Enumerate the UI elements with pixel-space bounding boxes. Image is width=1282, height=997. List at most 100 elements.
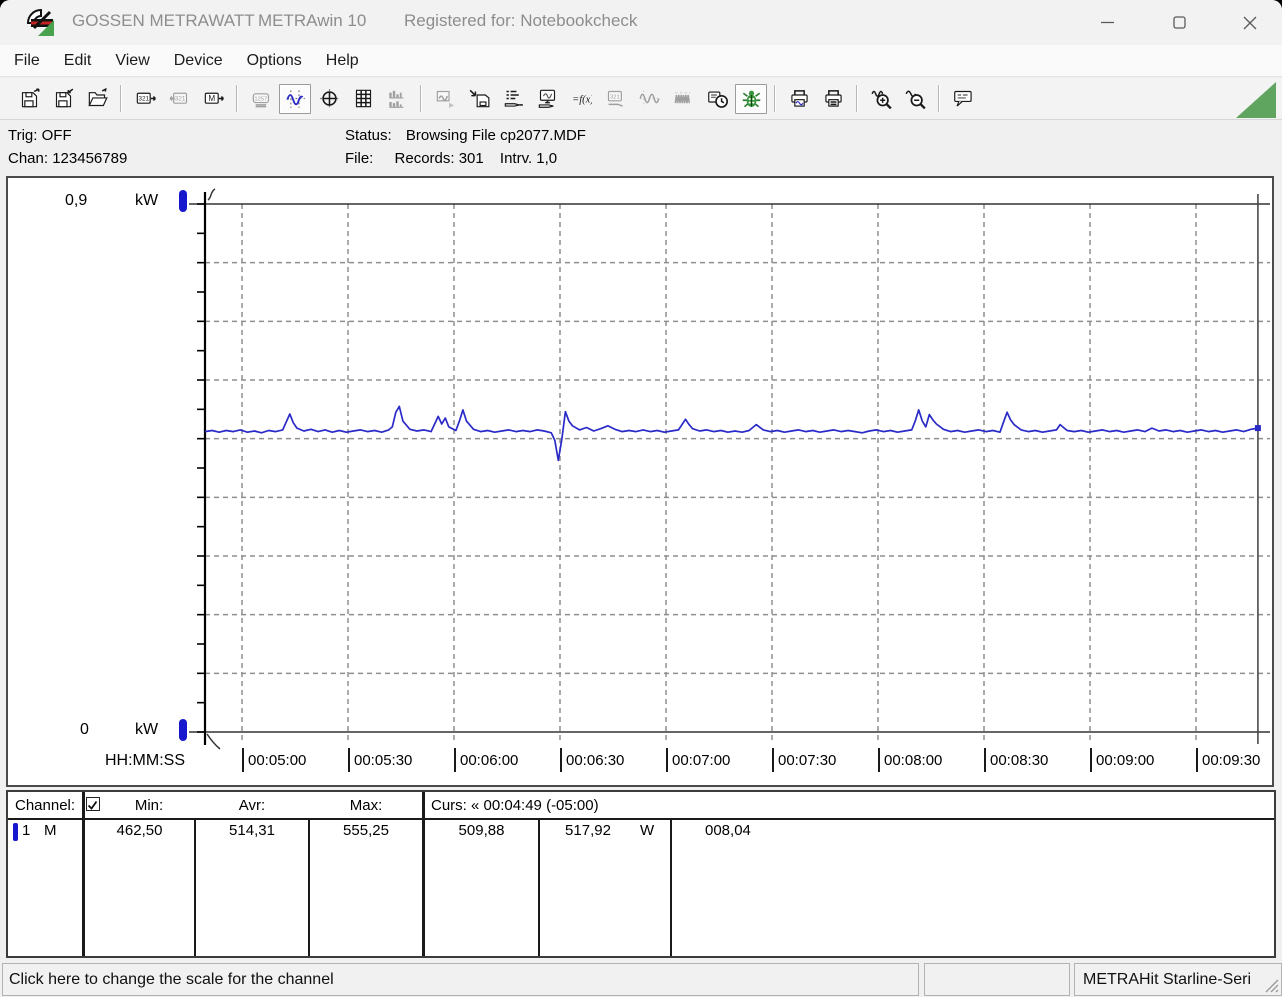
toolbar-button-read-device[interactable]: 321: [129, 84, 161, 114]
export-picture-icon: [436, 90, 454, 108]
toolbar-button-save-file[interactable]: [13, 84, 45, 114]
svg-text:1257: 1257: [254, 96, 267, 102]
toolbar-button-sine-view: [633, 84, 665, 114]
x-tick-label: 00:05:30: [348, 748, 412, 772]
statusbar-hint[interactable]: Click here to change the scale for the c…: [2, 963, 919, 996]
maximize-icon: [1172, 16, 1186, 29]
x-tick-label: 00:05:00: [242, 748, 306, 772]
toolbar-button-save-as[interactable]: [47, 84, 79, 114]
x-tick-label: 00:07:00: [666, 748, 730, 772]
channel-marker-top[interactable]: [179, 190, 187, 212]
file-status: Status: Browsing File cp2077.MDF: [345, 127, 586, 144]
merge-file-icon: [469, 89, 489, 108]
toolbar-separator: [420, 85, 422, 112]
table-divider: [194, 820, 196, 956]
table-header-min: Min:: [134, 797, 164, 814]
toolbar-separator: [120, 85, 122, 112]
channel-mode: M: [44, 822, 57, 839]
x-tick-label: 00:07:30: [772, 748, 836, 772]
x-axis-name: HH:MM:SS: [105, 752, 185, 769]
menu-item-file[interactable]: File: [2, 45, 52, 76]
table-header-channel: Channel:: [15, 797, 76, 814]
cursor-delta-value: 008,04: [705, 822, 751, 839]
device-config-icon: 321: [607, 90, 623, 107]
file-label: File:: [345, 150, 374, 167]
toolbar-button-view-xy[interactable]: [313, 84, 345, 114]
send-device-icon: 321: [169, 92, 187, 104]
maximize-button[interactable]: [1150, 0, 1208, 45]
table-header-underline: [8, 818, 1274, 820]
y-axis-unit-bottom: kW: [135, 721, 159, 738]
print-icon: [824, 90, 842, 107]
menu-item-edit[interactable]: Edit: [52, 45, 104, 76]
channel-table: Channel: Min: Avr: Max: Curs: « 00:04:49…: [6, 790, 1276, 958]
x-tick-label: 00:08:30: [984, 748, 1048, 772]
svg-text:321: 321: [174, 95, 185, 102]
toolbar-button-time-settings[interactable]: [701, 84, 733, 114]
toolbar-button-print-preview[interactable]: [783, 84, 815, 114]
time-settings-icon: [707, 91, 728, 108]
menu-item-view[interactable]: View: [103, 45, 161, 76]
pulse-view-icon: [674, 92, 690, 104]
toolbar-corner-grip[interactable]: [1236, 82, 1276, 118]
menu-item-options[interactable]: Options: [235, 45, 314, 76]
titlebar-registered-text: Registered for: Notebookcheck: [404, 11, 638, 30]
save-file-icon: [21, 88, 40, 108]
channels-value: 123456789: [52, 150, 128, 167]
statusbar-middle: [924, 963, 1070, 996]
read-memory-icon: M: [204, 92, 224, 104]
toolbar-button-read-memory[interactable]: M: [197, 84, 229, 114]
channel-unit: W: [640, 822, 655, 839]
channel-min-value: 462,50: [116, 822, 163, 839]
view-table-icon: [355, 89, 371, 108]
zoom-out-icon: [904, 90, 926, 109]
minimize-button[interactable]: [1078, 0, 1136, 45]
channel-visibility-checkbox[interactable]: [86, 797, 100, 811]
toolbar-button-view-curve[interactable]: [279, 83, 311, 114]
toolbar-button-open-file[interactable]: [81, 84, 113, 114]
status-value: Browsing File cp2077.MDF: [405, 127, 586, 144]
menu-item-device[interactable]: Device: [162, 45, 235, 76]
titlebar: GOSSEN METRAWATT METRAwin 10 Registered …: [0, 0, 1282, 45]
app-window: GOSSEN METRAWATT METRAwin 10 Registered …: [0, 0, 1282, 997]
chart-svg[interactable]: [8, 178, 1272, 785]
x-tick-label: 00:09:30: [1196, 748, 1260, 772]
chart-panel: 0,9 kW 0 kW HH:MM:SS 00:05:00 00:05:30 00:…: [6, 176, 1274, 787]
channels-label: Chan:: [8, 150, 49, 167]
x-tick-label: 00:09:00: [1090, 748, 1154, 772]
titlebar-product-name: METRAwin 10: [258, 11, 367, 30]
view-histogram-icon: [388, 90, 403, 108]
x-tick-label: 00:06:00: [454, 748, 518, 772]
interval-value: Intrv. 1,0: [499, 150, 558, 167]
read-device-icon: 321: [136, 92, 156, 104]
resize-grip-icon[interactable]: [1263, 977, 1279, 993]
channel-marker-bottom[interactable]: [179, 719, 187, 741]
y-axis-min-label: 0: [80, 721, 89, 738]
toolbar-button-channel-settings[interactable]: [497, 84, 529, 114]
trace-end-marker: [1254, 425, 1261, 432]
file-info: File: Records: 301 Intrv. 1,0: [345, 150, 557, 167]
toolbar-button-view-table[interactable]: [347, 84, 379, 114]
toolbar-button-live-monitor[interactable]: [735, 83, 767, 114]
toolbar-button-device-settings[interactable]: [531, 84, 563, 114]
toolbar-button-view-histogram: [381, 84, 413, 114]
y-axis-max-label: 0,9: [65, 192, 88, 209]
toolbar-button-print[interactable]: [817, 84, 849, 114]
toolbar-button-formula[interactable]: =f(x): [565, 84, 597, 114]
zoom-in-icon: [870, 90, 892, 109]
x-tick-label: 00:08:00: [878, 748, 942, 772]
channel-max-value: 555,25: [343, 822, 389, 839]
toolbar-button-zoom-out[interactable]: [899, 84, 931, 114]
table-divider: [422, 792, 425, 956]
toolbar-separator: [236, 85, 238, 112]
toolbar-button-comment[interactable]: [947, 84, 979, 114]
close-button[interactable]: [1221, 0, 1279, 45]
channel-color-marker: [13, 823, 18, 841]
toolbar-button-merge-file[interactable]: [463, 84, 495, 114]
records-value: Records: 301: [394, 150, 484, 167]
svg-text:321: 321: [138, 95, 149, 102]
channels-status: Chan: 123456789: [8, 150, 127, 167]
menu-item-help[interactable]: Help: [314, 45, 371, 76]
toolbar-button-zoom-in[interactable]: [865, 84, 897, 114]
toolbar-button-multimeter-display: 1257: [245, 84, 277, 114]
